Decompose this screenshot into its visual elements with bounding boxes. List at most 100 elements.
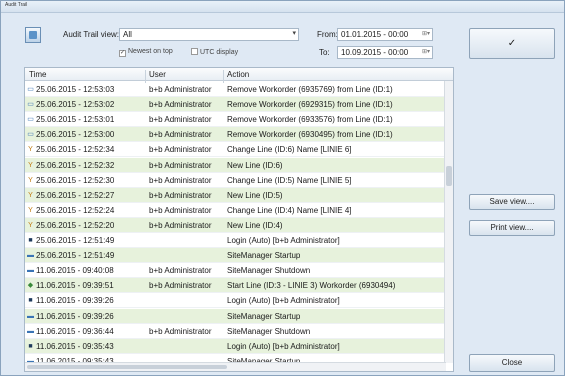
print-view-label: Print view.... <box>490 223 534 232</box>
table-row[interactable]: ▬ 11.06.2015 - 09:40:08 b+b Administrator S… <box>25 263 446 279</box>
column-header-user[interactable]: User <box>149 70 166 79</box>
flag-icon: Y <box>28 221 33 229</box>
cell-action: Change Line (ID:6) Name [LINIE 6] <box>227 145 352 155</box>
cell-time: 25.06.2015 - 12:53:03 <box>36 85 115 94</box>
utc-display-checkbox[interactable]: UTC display <box>191 48 238 56</box>
table-row[interactable]: Y 25.06.2015 - 12:52:30 b+b Administrator C… <box>25 173 446 188</box>
audit-trail-table[interactable]: Time User Action ▭ 25.06.2015 - 12:53:03 b… <box>24 67 454 372</box>
to-date-field[interactable]: 10.09.2015 - 00:00 ⊞▾ <box>337 46 433 59</box>
cell-user: b+b Administrator <box>149 160 212 170</box>
column-header-time[interactable]: Time <box>29 70 46 79</box>
cell-time: 25.06.2015 - 12:52:34 <box>36 145 115 155</box>
from-date-value: 01.01.2015 - 00:00 <box>341 30 409 39</box>
table-row[interactable]: ◆ 11.06.2015 - 09:39:51 b+b Administrator S… <box>25 278 446 294</box>
vertical-scrollbar[interactable] <box>444 81 453 363</box>
table-row[interactable]: Y 25.06.2015 - 12:52:27 b+b Administrator N… <box>25 187 446 203</box>
cell-user: b+b Administrator <box>149 190 212 200</box>
table-row[interactable]: ■ 11.06.2015 - 09:39:26 Login (Auto) [b+b … <box>25 293 446 309</box>
table-row[interactable]: ▭ 25.06.2015 - 12:53:01 b+b Administrator R… <box>25 112 446 128</box>
table-row[interactable]: ▬ 25.06.2015 - 12:51:49 SiteManager Startu… <box>25 248 446 264</box>
horizontal-scrollbar[interactable] <box>25 362 446 371</box>
checkbox-checked-icon: ✓ <box>119 50 126 57</box>
table-row[interactable]: ▭ 25.06.2015 - 12:53:03 b+b Administrator R… <box>25 82 446 98</box>
chevron-down-icon: ▾ <box>292 30 296 37</box>
calendar-dropdown-icon[interactable]: ⊞▾ <box>422 30 430 37</box>
to-label: To: <box>319 48 330 57</box>
table-row[interactable]: Y 25.06.2015 - 12:52:32 b+b Administrator N… <box>25 157 446 173</box>
flag-icon: Y <box>28 191 33 199</box>
from-label: From: <box>317 30 338 39</box>
flag-icon: Y <box>28 146 33 154</box>
close-button[interactable]: Close <box>469 354 555 372</box>
cell-user: b+b Administrator <box>149 205 212 215</box>
cell-user: b+b Administrator <box>149 145 212 155</box>
table-row[interactable]: ■ 11.06.2015 - 09:35:43 Login (Auto) [b+b … <box>25 338 446 354</box>
vertical-scroll-thumb[interactable] <box>446 166 452 186</box>
ok-button[interactable]: ✓ <box>469 28 555 59</box>
newest-on-top-label: Newest on top <box>128 48 173 55</box>
table-row[interactable]: ▬ 11.06.2015 - 09:36:44 b+b Administrator S… <box>25 324 446 339</box>
cell-time: 25.06.2015 - 12:53:02 <box>36 100 115 110</box>
cell-action: Remove Workorder (6929315) from Line (ID… <box>227 100 393 110</box>
table-row[interactable]: Y 25.06.2015 - 12:52:24 b+b Administrator C… <box>25 203 446 218</box>
flag-icon: Y <box>28 161 33 169</box>
login-icon: ■ <box>28 342 33 350</box>
cell-time: 11.06.2015 - 09:39:26 <box>36 296 114 306</box>
from-date-field[interactable]: 01.01.2015 - 00:00 ⊞▾ <box>337 28 433 41</box>
shutdown-icon: ▬ <box>27 327 34 335</box>
save-view-button[interactable]: Save view.... <box>469 194 555 210</box>
cell-action: Remove Workorder (6933576) from Line (ID… <box>227 115 393 125</box>
login-icon: ■ <box>28 297 33 305</box>
start-line-icon: ◆ <box>27 282 34 290</box>
cell-action: Start Line (ID:3 - LINIE 3) Workorder (6… <box>227 281 396 291</box>
cell-action: New Line (ID:4) <box>227 220 283 230</box>
cell-action: Login (Auto) [b+b Administrator] <box>227 341 340 351</box>
cell-action: Change Line (ID:4) Name [LINIE 4] <box>227 205 352 215</box>
calendar-dropdown-icon[interactable]: ⊞▾ <box>422 48 430 55</box>
cell-time: 25.06.2015 - 12:52:24 <box>36 205 115 215</box>
table-row[interactable]: ▬ 11.06.2015 - 09:39:26 SiteManager Startu… <box>25 308 446 324</box>
cell-user: b+b Administrator <box>149 281 212 291</box>
table-row[interactable]: ■ 25.06.2015 - 12:51:49 Login (Auto) [b+b … <box>25 233 446 249</box>
cell-action: New Line (ID:6) <box>227 160 283 170</box>
cell-action: New Line (ID:5) <box>227 190 283 200</box>
table-row[interactable]: Y 25.06.2015 - 12:52:34 b+b Administrator C… <box>25 142 446 158</box>
horizontal-scroll-thumb[interactable] <box>27 365 227 369</box>
cell-time: 25.06.2015 - 12:52:20 <box>36 220 115 230</box>
audit-trail-view-label: Audit Trail view: <box>63 30 120 39</box>
to-date-value: 10.09.2015 - 00:00 <box>341 48 409 57</box>
checkmark-icon: ✓ <box>507 38 517 49</box>
audit-trail-app-icon <box>25 27 41 43</box>
table-row[interactable]: ▭ 25.06.2015 - 12:53:00 b+b Administrator R… <box>25 127 446 143</box>
table-header: Time User Action <box>25 68 453 83</box>
cell-time: 25.06.2015 - 12:52:32 <box>36 160 115 170</box>
monitor-icon: ▭ <box>27 131 34 139</box>
newest-on-top-checkbox[interactable]: ✓ Newest on top <box>119 48 173 57</box>
table-row[interactable]: Y 25.06.2015 - 12:52:20 b+b Administrator N… <box>25 217 446 233</box>
column-header-action[interactable]: Action <box>227 70 249 79</box>
cell-user: b+b Administrator <box>149 175 212 185</box>
cell-action: SiteManager Startup <box>227 251 301 261</box>
cell-action: Login (Auto) [b+b Administrator] <box>227 296 340 306</box>
monitor-icon: ▭ <box>27 116 34 124</box>
monitor-icon: ▭ <box>27 101 34 109</box>
cell-time: 25.06.2015 - 12:51:49 <box>36 236 115 245</box>
title-bar: Audit Trail <box>1 1 564 13</box>
save-view-label: Save view.... <box>489 197 535 206</box>
cell-user: b+b Administrator <box>149 220 212 230</box>
cell-time: 25.06.2015 - 12:53:00 <box>36 130 115 140</box>
cell-time: 25.06.2015 - 12:52:30 <box>36 175 115 185</box>
cell-action: Login (Auto) [b+b Administrator] <box>227 236 340 245</box>
table-row[interactable]: ▭ 25.06.2015 - 12:53:02 b+b Administrator R… <box>25 97 446 113</box>
audit-trail-view-select[interactable]: All ▾ <box>119 28 299 41</box>
cell-action: SiteManager Startup <box>227 311 301 321</box>
startup-icon: ▬ <box>27 252 34 260</box>
flag-icon: Y <box>28 206 33 214</box>
startup-icon: ▬ <box>27 312 34 320</box>
audit-trail-window: Audit Trail Audit Trail view: All ▾ ✓ New… <box>0 0 565 376</box>
cell-user: b+b Administrator <box>149 85 212 94</box>
window-title: Audit Trail <box>5 2 28 8</box>
cell-time: 11.06.2015 - 09:40:08 <box>36 266 114 276</box>
close-label: Close <box>501 358 523 367</box>
print-view-button[interactable]: Print view.... <box>469 220 555 236</box>
